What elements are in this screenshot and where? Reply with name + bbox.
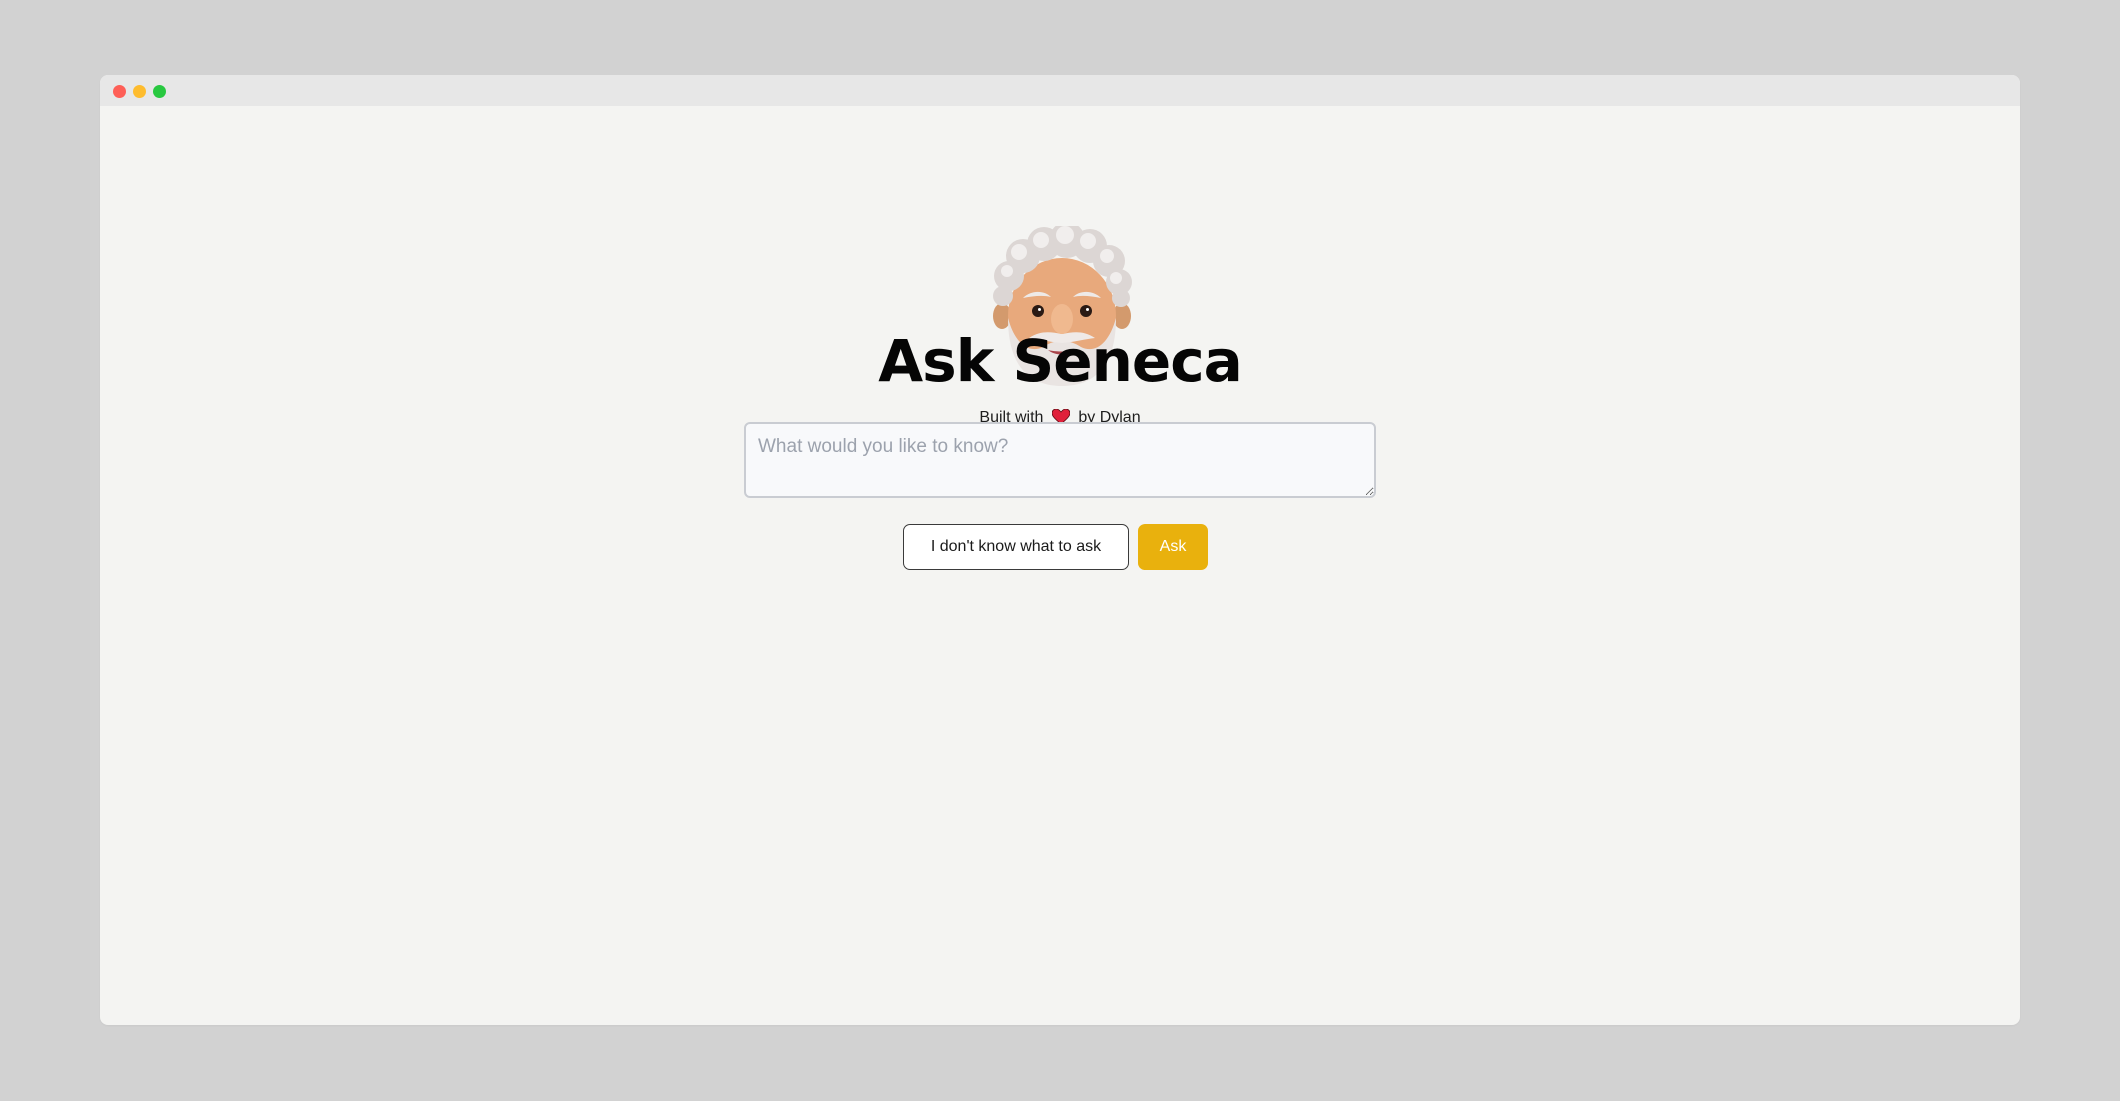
page-title: Ask Seneca [878, 327, 1242, 395]
maximize-window-button[interactable] [153, 85, 166, 98]
minimize-window-button[interactable] [133, 85, 146, 98]
dont-know-what-to-ask-button[interactable]: I don't know what to ask [903, 524, 1129, 570]
ask-button[interactable]: Ask [1138, 524, 1208, 570]
window-titlebar [100, 75, 2020, 106]
question-input[interactable] [744, 422, 1376, 498]
browser-window: Ask Seneca Built with by Dylan I don't k… [100, 75, 2020, 1025]
main-content: Ask Seneca Built with by Dylan I don't k… [100, 106, 2020, 1025]
close-window-button[interactable] [113, 85, 126, 98]
